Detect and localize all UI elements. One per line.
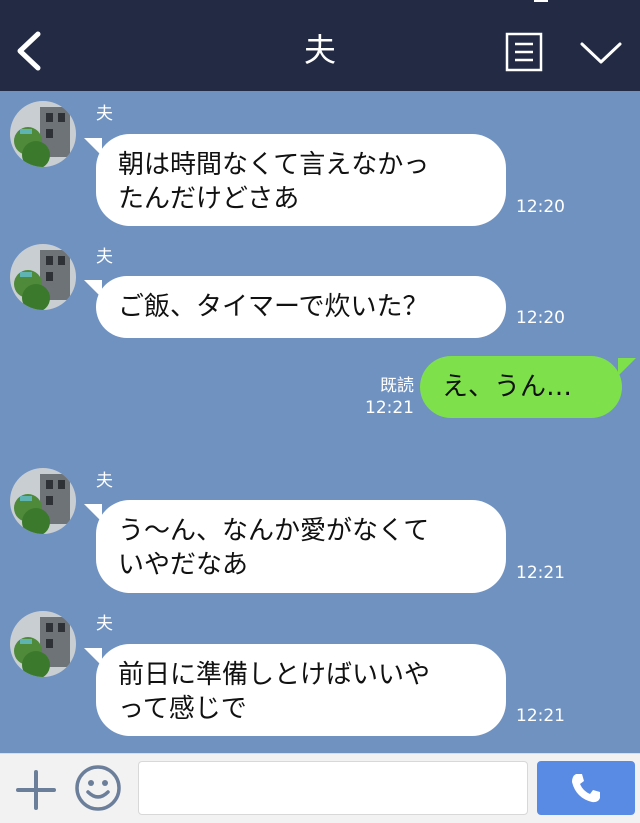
bubble-tail <box>84 280 102 298</box>
read-receipt: 既読 <box>380 376 414 396</box>
call-button[interactable] <box>537 761 635 815</box>
emoji-button[interactable] <box>74 764 122 812</box>
bubble-tail <box>84 504 102 522</box>
menu-list-icon <box>505 32 543 72</box>
message-text-line: ご飯、タイマーで炊いた？ <box>118 292 429 322</box>
message-bubble[interactable]: 朝は時間なくて言えなかっ たんだけどさあ <box>84 134 506 226</box>
message-text-line: う〜ん、なんか愛がなくて <box>118 516 430 546</box>
add-attachment-button[interactable] <box>14 768 58 812</box>
avatar[interactable] <box>10 101 76 167</box>
message-time: 12:21 <box>365 398 414 418</box>
sender-name: 夫 <box>96 104 113 124</box>
avatar-photo <box>10 611 76 677</box>
message-text-line: って感じで <box>118 694 247 724</box>
chat-title: 夫 <box>303 31 336 69</box>
avatar-photo <box>10 101 76 167</box>
message-time: 12:21 <box>516 706 565 726</box>
chat-area[interactable]: 夫 朝は時間なくて言えなかっ たんだけどさあ 12:20 夫 ご飯、タイマーで炊… <box>0 91 640 753</box>
emoji-icon <box>75 765 121 811</box>
message-bubble[interactable]: う〜ん、なんか愛がなくて いやだなあ <box>84 500 506 593</box>
plus-icon <box>16 770 56 810</box>
avatar-photo <box>10 468 76 534</box>
message-text-line: 朝は時間なくて言えなかっ <box>118 150 430 180</box>
sender-name: 夫 <box>96 247 113 267</box>
message-time: 12:20 <box>516 197 565 217</box>
message-text: え、うん… <box>442 372 573 402</box>
collapse-button[interactable] <box>578 38 624 68</box>
chat-header: 夫 <box>0 0 640 91</box>
my-message-bubble[interactable]: え、うん… <box>420 356 636 418</box>
bubble-tail <box>618 358 636 376</box>
avatar[interactable] <box>10 611 76 677</box>
message-input-bar <box>0 753 640 823</box>
sender-name: 夫 <box>96 471 113 491</box>
avatar[interactable] <box>10 244 76 310</box>
message-time: 12:20 <box>516 308 565 328</box>
message-bubble[interactable]: ご飯、タイマーで炊いた？ <box>84 276 506 338</box>
sender-name: 夫 <box>96 614 113 634</box>
phone-icon <box>572 774 600 803</box>
message-input[interactable] <box>138 761 528 815</box>
message-bubble[interactable]: 前日に準備しとけばいいや って感じで <box>84 644 506 736</box>
menu-button[interactable] <box>505 32 543 72</box>
message-text-line: いやだなあ <box>118 550 249 580</box>
collapse-chevron-icon <box>580 42 622 64</box>
message-text-line: 前日に準備しとけばいいや <box>118 660 431 690</box>
status-mark <box>534 0 548 2</box>
avatar-photo <box>10 244 76 310</box>
message-text-line: たんだけどさあ <box>118 184 300 214</box>
bubble-tail <box>84 138 102 156</box>
message-time: 12:21 <box>516 563 565 583</box>
avatar[interactable] <box>10 468 76 534</box>
bubble-tail <box>84 648 102 666</box>
